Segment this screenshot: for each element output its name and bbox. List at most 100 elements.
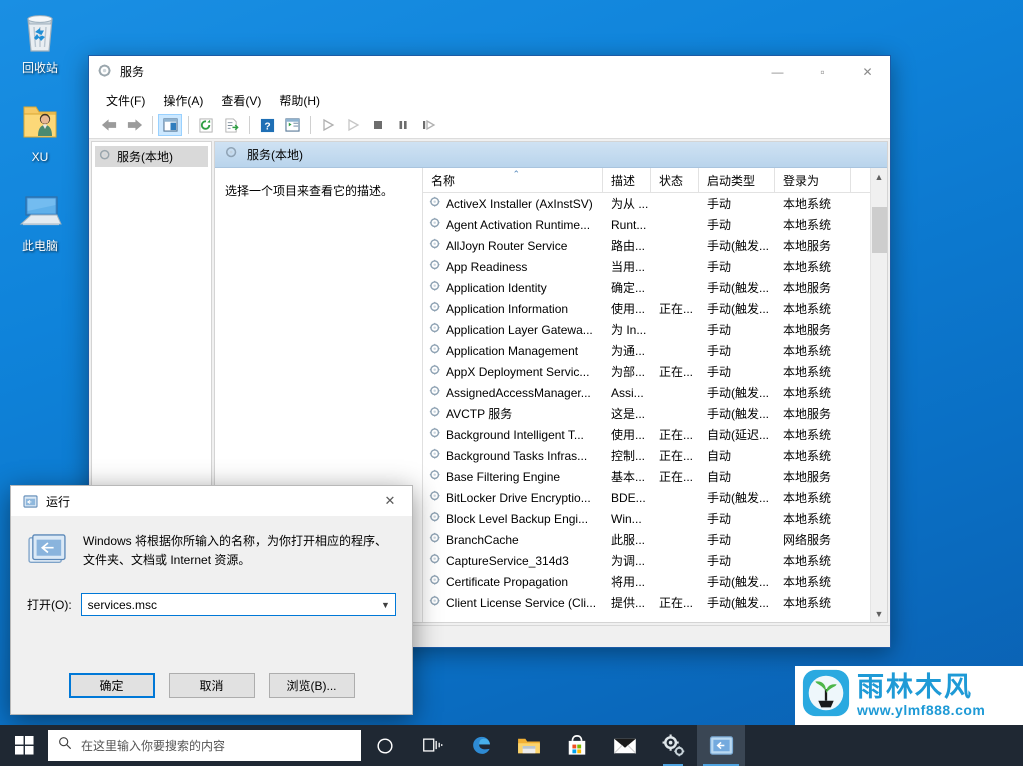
table-row[interactable]: AllJoyn Router Service路由...手动(触发...本地服务 (423, 235, 870, 256)
menu-action[interactable]: 操作(A) (154, 89, 212, 112)
pause-service-icon[interactable] (391, 114, 415, 136)
run-dialog-icon[interactable] (697, 725, 745, 766)
start-button[interactable] (0, 725, 48, 766)
scrollbar-thumb[interactable] (872, 207, 887, 253)
cell-startup: 手动 (699, 195, 775, 212)
this-pc-icon (0, 186, 80, 236)
column-header-label: 登录为 (783, 172, 819, 189)
file-explorer-icon[interactable] (505, 725, 553, 766)
table-row[interactable]: AVCTP 服务这是...手动(触发...本地服务 (423, 403, 870, 424)
table-row[interactable]: BranchCache此服...手动网络服务 (423, 529, 870, 550)
maximize-button[interactable]: ▫ (800, 56, 845, 88)
cell-startup: 手动 (699, 552, 775, 569)
menu-file[interactable]: 文件(F) (97, 89, 154, 112)
menu-view[interactable]: 查看(V) (212, 89, 270, 112)
show-hide-tree-icon[interactable] (158, 114, 182, 136)
column-header[interactable]: 状态 (651, 168, 699, 192)
task-view-icon[interactable] (409, 725, 457, 766)
scroll-down-arrow-icon[interactable]: ▼ (871, 605, 888, 622)
table-row[interactable]: Application Layer Gatewa...为 In...手动本地服务 (423, 319, 870, 340)
desktop-icon-this-pc[interactable]: 此电脑 (0, 186, 80, 253)
scroll-up-arrow-icon[interactable]: ▲ (871, 168, 888, 185)
table-row[interactable]: Application Information使用...正在...手动(触发..… (423, 298, 870, 319)
table-row[interactable]: Block Level Backup Engi...Win...手动本地系统 (423, 508, 870, 529)
table-row[interactable]: AppX Deployment Servic...为部...正在...手动本地系… (423, 361, 870, 382)
column-header[interactable]: 登录为 (775, 168, 851, 192)
resume-service-icon[interactable] (341, 114, 365, 136)
table-row[interactable]: Base Filtering Engine基本...正在...自动本地服务 (423, 466, 870, 487)
tree-item-services-local[interactable]: 服务(本地) (95, 146, 208, 167)
table-row[interactable]: Application Identity确定...手动(触发...本地服务 (423, 277, 870, 298)
column-header[interactable]: 描述 (603, 168, 651, 192)
table-row[interactable]: Application Management为通...手动本地系统 (423, 340, 870, 361)
column-header-label: 启动类型 (707, 172, 755, 189)
table-row[interactable]: BitLocker Drive Encryptio...BDE...手动(触发.… (423, 487, 870, 508)
stop-service-icon[interactable] (366, 114, 390, 136)
microsoft-store-icon[interactable] (553, 725, 601, 766)
services-list-rows: ActiveX Installer (AxInstSV)为从 ...手动本地系统… (423, 193, 870, 622)
run-dialog-close-button[interactable]: ✕ (368, 486, 412, 516)
column-header[interactable]: 启动类型 (699, 168, 775, 192)
table-row[interactable]: Certificate Propagation将用...手动(触发...本地系统 (423, 571, 870, 592)
mail-icon[interactable] (601, 725, 649, 766)
cell-desc: Assi... (603, 386, 651, 400)
services-list-scrollbar[interactable]: ▲ ▼ (870, 168, 887, 622)
run-open-label: 打开(O): (27, 596, 72, 613)
minimize-button[interactable]: — (755, 56, 800, 88)
edge-icon[interactable] (457, 725, 505, 766)
run-dialog-title-bar[interactable]: 运行 ✕ (11, 486, 412, 516)
menu-help[interactable]: 帮助(H) (270, 89, 329, 112)
cell-status: 正在... (651, 300, 699, 317)
right-pane-header-label: 服务(本地) (247, 146, 303, 163)
cell-desc: 当用... (603, 258, 651, 275)
scrollbar-track[interactable] (871, 185, 888, 605)
service-name-label: Agent Activation Runtime... (446, 218, 590, 232)
export-list-icon[interactable] (219, 114, 243, 136)
table-row[interactable]: CaptureService_314d3为调...手动本地系统 (423, 550, 870, 571)
tree-item-label: 服务(本地) (117, 148, 173, 165)
table-row[interactable]: Background Tasks Infras...控制...正在...自动本地… (423, 445, 870, 466)
cell-logon: 本地系统 (775, 363, 851, 380)
run-command-input[interactable] (82, 597, 376, 613)
table-row[interactable]: Agent Activation Runtime...Runt...手动本地系统 (423, 214, 870, 235)
cortana-icon[interactable] (361, 725, 409, 766)
start-service-icon[interactable] (316, 114, 340, 136)
column-header[interactable]: 名称⌃ (423, 168, 603, 192)
table-row[interactable]: Background Intelligent T...使用...正在...自动(… (423, 424, 870, 445)
description-hint-text: 选择一个项目来查看它的描述。 (225, 182, 412, 199)
desktop-icon-recycle-bin[interactable]: 回收站 (0, 8, 80, 75)
forward-arrow-icon[interactable] (122, 114, 146, 136)
restart-service-icon[interactable] (416, 114, 440, 136)
ok-button[interactable]: 确定 (69, 673, 155, 698)
cell-logon: 本地系统 (775, 216, 851, 233)
cell-startup: 手动 (699, 258, 775, 275)
help-icon[interactable]: ? (255, 114, 279, 136)
back-arrow-icon[interactable] (97, 114, 121, 136)
run-large-icon (27, 530, 67, 573)
chevron-down-icon[interactable]: ▼ (376, 600, 395, 610)
table-row[interactable]: App Readiness当用...手动本地系统 (423, 256, 870, 277)
table-row[interactable]: Client License Service (Cli...提供...正在...… (423, 592, 870, 613)
desktop-icon-user-folder[interactable]: XU (0, 97, 80, 164)
cancel-button[interactable]: 取消 (169, 673, 255, 698)
browse-button[interactable]: 浏览(B)... (269, 673, 355, 698)
taskbar-search-box[interactable]: 在这里输入你要搜索的内容 (48, 730, 361, 761)
table-row[interactable]: ActiveX Installer (AxInstSV)为从 ...手动本地系统 (423, 193, 870, 214)
search-placeholder-text: 在这里输入你要搜索的内容 (81, 737, 225, 754)
cell-name: CaptureService_314d3 (423, 553, 603, 569)
service-gear-icon (429, 427, 442, 443)
cell-desc: 为部... (603, 363, 651, 380)
refresh-icon[interactable] (194, 114, 218, 136)
services-icon[interactable] (649, 725, 697, 766)
service-gear-icon (429, 448, 442, 464)
cell-desc: 为从 ... (603, 195, 651, 212)
cell-desc: 使用... (603, 300, 651, 317)
table-row[interactable]: AssignedAccessManager...Assi...手动(触发...本… (423, 382, 870, 403)
cell-startup: 手动(触发... (699, 405, 775, 422)
cell-logon: 本地系统 (775, 384, 851, 401)
run-command-combobox[interactable]: ▼ (81, 593, 396, 616)
close-button[interactable]: ✕ (845, 56, 890, 88)
services-title-bar[interactable]: 服务 — ▫ ✕ (89, 56, 890, 88)
service-name-label: Certificate Propagation (446, 575, 568, 589)
properties-window-icon[interactable] (280, 114, 304, 136)
